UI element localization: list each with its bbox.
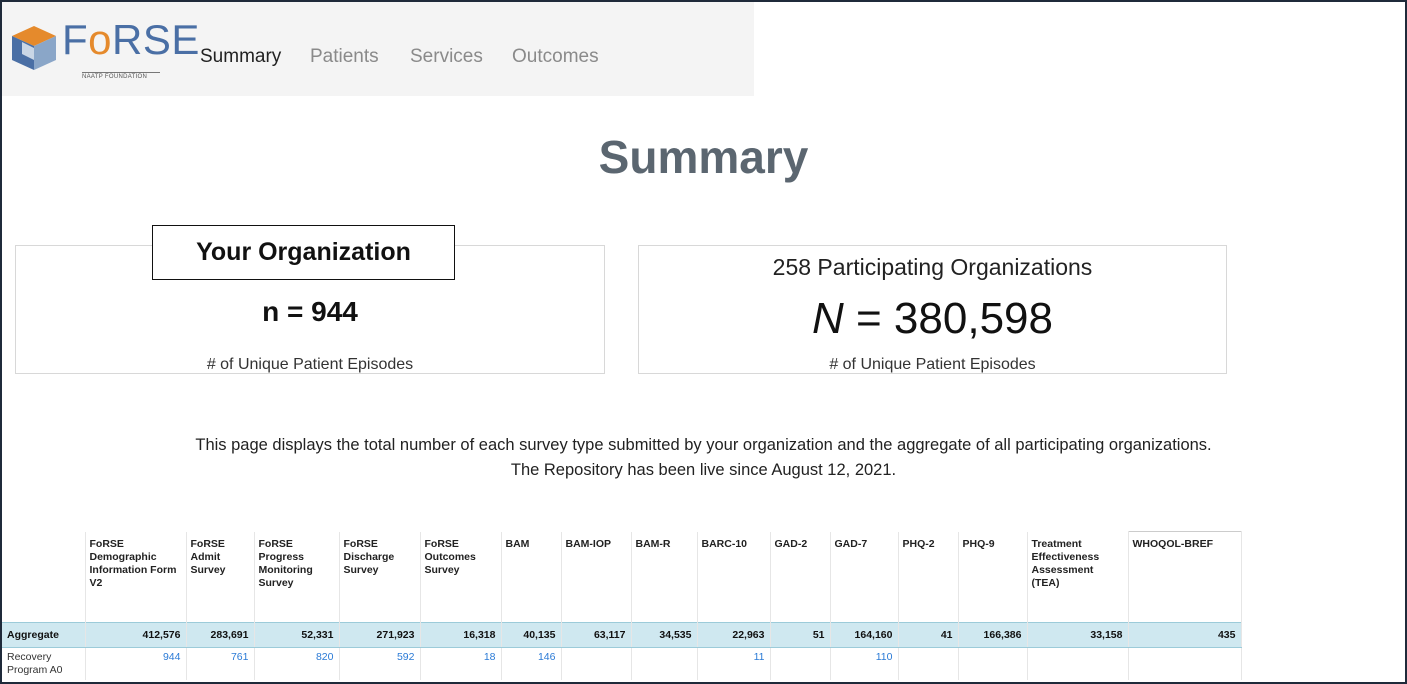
org-count-cell bbox=[958, 647, 1028, 680]
org-count-link[interactable]: 820 bbox=[254, 647, 340, 680]
participating-orgs-title: 258 Participating Organizations bbox=[772, 254, 1093, 280]
page-title: Summary bbox=[598, 131, 809, 183]
forse-logo-icon bbox=[12, 26, 56, 70]
nav-summary[interactable]: Summary bbox=[200, 46, 281, 68]
org-count-cell bbox=[561, 647, 632, 680]
aggregate-cell: 283,691 bbox=[186, 622, 255, 648]
aggregate-cell: 34,535 bbox=[631, 622, 698, 648]
nav-patients[interactable]: Patients bbox=[310, 46, 379, 68]
col-header-blank bbox=[2, 531, 86, 623]
col-header[interactable]: BAM-IOP bbox=[561, 531, 632, 623]
aggregate-cell: 40,135 bbox=[501, 622, 562, 648]
col-header[interactable]: GAD-2 bbox=[770, 531, 831, 623]
brand-logo-text[interactable]: FoRSE bbox=[62, 16, 200, 64]
participating-orgs-card: 258 Participating Organizations N = 380,… bbox=[638, 245, 1227, 374]
aggregate-cell: 166,386 bbox=[958, 622, 1028, 648]
nav-outcomes[interactable]: Outcomes bbox=[512, 46, 599, 68]
count-value: = 380,598 bbox=[856, 294, 1053, 343]
org-count-cell bbox=[631, 647, 698, 680]
col-header[interactable]: FoRSE Discharge Survey bbox=[339, 531, 421, 623]
aggregate-label: Aggregate bbox=[2, 622, 86, 648]
aggregate-caption: # of Unique Patient Episodes bbox=[829, 356, 1036, 373]
table-row: Recovery Program A0 944 761 820 592 18 1… bbox=[2, 647, 1242, 680]
org-count-cell bbox=[770, 647, 831, 680]
aggregate-count: N = 380,598 bbox=[639, 294, 1226, 344]
description-line-2: The Repository has been live since Augus… bbox=[510, 461, 897, 479]
aggregate-row: Aggregate 412,576 283,691 52,331 271,923… bbox=[2, 622, 1242, 648]
aggregate-cell: 22,963 bbox=[697, 622, 771, 648]
org-count-link[interactable]: 944 bbox=[85, 647, 187, 680]
top-navbar: FoRSE NAATP FOUNDATION Summary Patients … bbox=[2, 2, 754, 96]
aggregate-cell: 16,318 bbox=[420, 622, 502, 648]
col-header[interactable]: BARC-10 bbox=[697, 531, 771, 623]
org-count-link[interactable]: 761 bbox=[186, 647, 255, 680]
aggregate-cell: 33,158 bbox=[1027, 622, 1129, 648]
col-header[interactable]: PHQ-9 bbox=[958, 531, 1028, 623]
table-header-row: FoRSE Demographic Information Form V2 Fo… bbox=[2, 531, 1242, 623]
aggregate-cell: 41 bbox=[898, 622, 959, 648]
org-count-link[interactable]: 592 bbox=[339, 647, 421, 680]
aggregate-cell: 412,576 bbox=[85, 622, 187, 648]
description-line-1: This page displays the total number of e… bbox=[195, 436, 1212, 454]
nav-services[interactable]: Services bbox=[410, 46, 483, 68]
brand-subtitle: NAATP FOUNDATION bbox=[82, 72, 160, 80]
col-header[interactable]: FoRSE Progress Monitoring Survey bbox=[254, 531, 340, 623]
org-count-link[interactable]: 146 bbox=[501, 647, 562, 680]
col-header[interactable]: BAM bbox=[501, 531, 562, 623]
org-count-cell bbox=[898, 647, 959, 680]
aggregate-cell: 271,923 bbox=[339, 622, 421, 648]
org-count-cell bbox=[1128, 647, 1242, 680]
aggregate-cell: 435 bbox=[1128, 622, 1242, 648]
your-org-count: n = 944 bbox=[262, 296, 358, 327]
col-header[interactable]: GAD-7 bbox=[830, 531, 899, 623]
your-organization-label: Your Organization bbox=[152, 225, 455, 280]
aggregate-cell: 51 bbox=[770, 622, 831, 648]
col-header[interactable]: FoRSE Outcomes Survey bbox=[420, 531, 502, 623]
org-count-cell bbox=[1027, 647, 1129, 680]
org-count-link[interactable]: 110 bbox=[830, 647, 899, 680]
count-symbol: N bbox=[812, 294, 844, 343]
aggregate-cell: 52,331 bbox=[254, 622, 340, 648]
col-header[interactable]: FoRSE Demographic Information Form V2 bbox=[85, 531, 187, 623]
aggregate-cell: 164,160 bbox=[830, 622, 899, 648]
org-count-link[interactable]: 11 bbox=[697, 647, 771, 680]
org-count-link[interactable]: 18 bbox=[420, 647, 502, 680]
page-description: This page displays the total number of e… bbox=[0, 433, 1407, 483]
your-org-caption: # of Unique Patient Episodes bbox=[206, 356, 414, 373]
org-row-label: Recovery Program A0 bbox=[2, 647, 86, 680]
col-header[interactable]: PHQ-2 bbox=[898, 531, 959, 623]
col-header[interactable]: BAM-R bbox=[631, 531, 698, 623]
col-header[interactable]: FoRSE Admit Survey bbox=[186, 531, 255, 623]
aggregate-cell: 63,117 bbox=[561, 622, 632, 648]
col-header[interactable]: WHOQOL-BREF bbox=[1128, 531, 1242, 623]
col-header[interactable]: Treatment Effectiveness Assessment (TEA) bbox=[1027, 531, 1129, 623]
survey-counts-table: FoRSE Demographic Information Form V2 Fo… bbox=[2, 531, 1242, 680]
